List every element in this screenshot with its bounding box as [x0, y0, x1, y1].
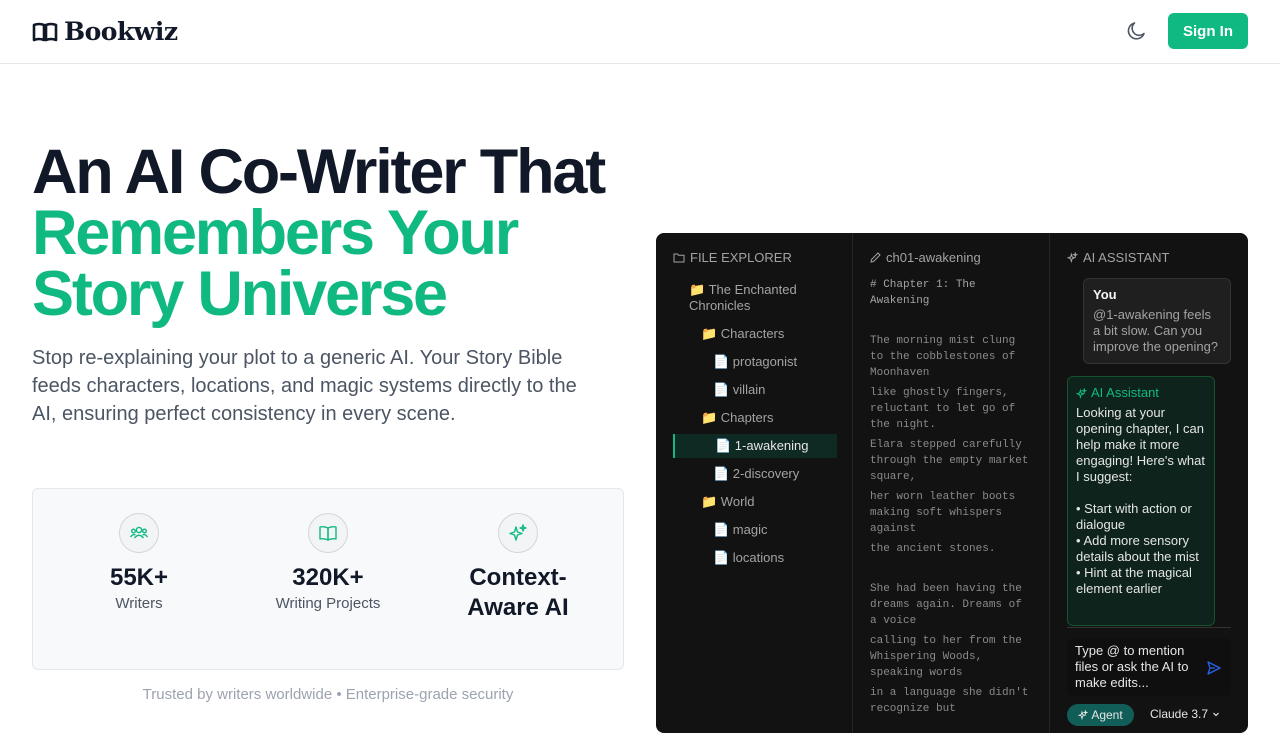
ai-message-author-name: AI Assistant	[1091, 385, 1159, 400]
brand-logo[interactable]: Bookwiz	[32, 18, 178, 46]
tree-file-villain[interactable]: 📄 villain	[713, 382, 765, 398]
doc-line[interactable]: # Chapter 1: The Awakening	[870, 277, 1035, 309]
user-message-text: @1-awakening feels a bit slow. Can you i…	[1093, 307, 1219, 354]
chat-divider	[1067, 627, 1231, 628]
ai-message-text: Looking at your opening chapter, I can h…	[1076, 405, 1205, 484]
tree-file-protagonist[interactable]: 📄 protagonist	[713, 354, 797, 370]
document-title: ch01-awakening	[886, 250, 981, 265]
stat-label: Writers	[115, 595, 163, 612]
file-explorer-panel: FILE EXPLORER 📁 The Enchanted Chronicles…	[656, 233, 853, 733]
ai-assistant-panel: AI ASSISTANT You @1-awakening feels a bi…	[1050, 233, 1248, 733]
stat-writers: 55K+ Writers	[49, 513, 229, 612]
doc-line[interactable]: The morning mist clung to the cobbleston…	[870, 333, 1035, 381]
tree-file-1-awakening[interactable]: 📄 1-awakening	[715, 438, 809, 454]
sparkles-icon	[1067, 252, 1078, 263]
model-select[interactable]: Claude 3.7	[1150, 707, 1220, 721]
pencil-icon	[870, 252, 881, 263]
tree-folder-chapters[interactable]: 📁 Chapters	[701, 410, 774, 426]
ai-message-author: AI Assistant	[1076, 385, 1206, 401]
hero-title-line-2: Remembers Your	[32, 198, 519, 268]
ai-assistant-title: AI ASSISTANT	[1083, 250, 1170, 265]
tree-file-2-discovery[interactable]: 📄 2-discovery	[713, 466, 799, 482]
sparkles-icon	[1076, 387, 1087, 399]
stat-projects: 320K+ Writing Projects	[238, 513, 418, 612]
file-explorer-header: FILE EXPLORER	[673, 250, 792, 265]
tree-folder-characters[interactable]: 📁 Characters	[701, 326, 784, 342]
doc-line[interactable]: in a language she didn't recognize but	[870, 685, 1035, 717]
sparkles-icon	[1078, 710, 1089, 720]
hero-title: An AI Co-Writer That Remembers Your Stor…	[32, 137, 652, 329]
chat-input-placeholder: Type @ to mention files or ask the AI to…	[1075, 643, 1189, 690]
doc-line[interactable]: calling to her from the Whispering Woods…	[870, 633, 1035, 681]
stats-card: 55K+ Writers 320K+ Writing Projects Cont…	[32, 488, 624, 670]
hero-subtitle: Stop re-explaining your plot to a generi…	[32, 347, 577, 425]
tree-folder-world[interactable]: 📁 World	[701, 494, 755, 510]
folder-icon	[673, 253, 685, 263]
top-nav: Bookwiz Sign In	[0, 0, 1280, 64]
document-panel: ch01-awakening # Chapter 1: The Awakenin…	[853, 233, 1050, 733]
stat-value: 320K+	[292, 564, 364, 591]
user-message-author: You	[1093, 287, 1117, 302]
users-icon	[119, 513, 159, 553]
document-header: ch01-awakening	[870, 250, 981, 265]
doc-line[interactable]: her worn leather boots making soft whisp…	[870, 489, 1035, 537]
tree-file-locations[interactable]: 📄 locations	[713, 550, 784, 566]
user-message: You @1-awakening feels a bit slow. Can y…	[1083, 278, 1231, 364]
ai-message: AI Assistant Looking at your opening cha…	[1067, 376, 1215, 626]
tree-folder-root[interactable]: 📁 The Enchanted Chronicles	[689, 282, 839, 314]
ai-bullet: • Add more sensory details about the mis…	[1076, 533, 1199, 564]
editor-preview: FILE EXPLORER 📁 The Enchanted Chronicles…	[656, 233, 1248, 733]
brand-name: Bookwiz	[64, 17, 178, 46]
doc-line[interactable]: Elara stepped carefully through the empt…	[870, 437, 1035, 485]
stat-context-aware: Context-Aware AI	[428, 513, 608, 623]
send-icon[interactable]	[1206, 660, 1222, 676]
ai-assistant-header: AI ASSISTANT	[1067, 250, 1169, 265]
ai-bullet: • Hint at the magical element earlier	[1076, 565, 1192, 596]
doc-line[interactable]: like ghostly fingers, reluctant to let g…	[870, 385, 1035, 433]
tree-file-magic[interactable]: 📄 magic	[713, 522, 767, 538]
doc-line[interactable]: the ancient stones.	[870, 541, 1035, 557]
ai-bullet: • Start with action or dialogue	[1076, 501, 1192, 532]
trust-note: Trusted by writers worldwide • Enterpris…	[142, 686, 514, 703]
hero-title-line-1: An AI Co-Writer That	[32, 137, 606, 207]
theme-toggle-moon-icon[interactable]	[1124, 19, 1148, 43]
doc-line[interactable]: She had been having the dreams again. Dr…	[870, 581, 1035, 629]
stat-label: Writing Projects	[275, 595, 381, 612]
chevron-down-icon	[1213, 712, 1219, 717]
file-explorer-title: FILE EXPLORER	[690, 250, 792, 265]
hero-title-line-3: Story Universe	[32, 259, 448, 329]
book-open-icon	[308, 513, 348, 553]
sparkles-icon	[498, 513, 538, 553]
model-select-value: Claude 3.7	[1150, 707, 1209, 721]
stat-value: Context-Aware AI	[467, 564, 569, 621]
sign-in-button[interactable]: Sign In	[1168, 13, 1248, 49]
agent-mode-toggle[interactable]: Agent	[1067, 704, 1134, 726]
book-logo-icon	[32, 22, 58, 42]
stat-value: 55K+	[109, 564, 169, 591]
